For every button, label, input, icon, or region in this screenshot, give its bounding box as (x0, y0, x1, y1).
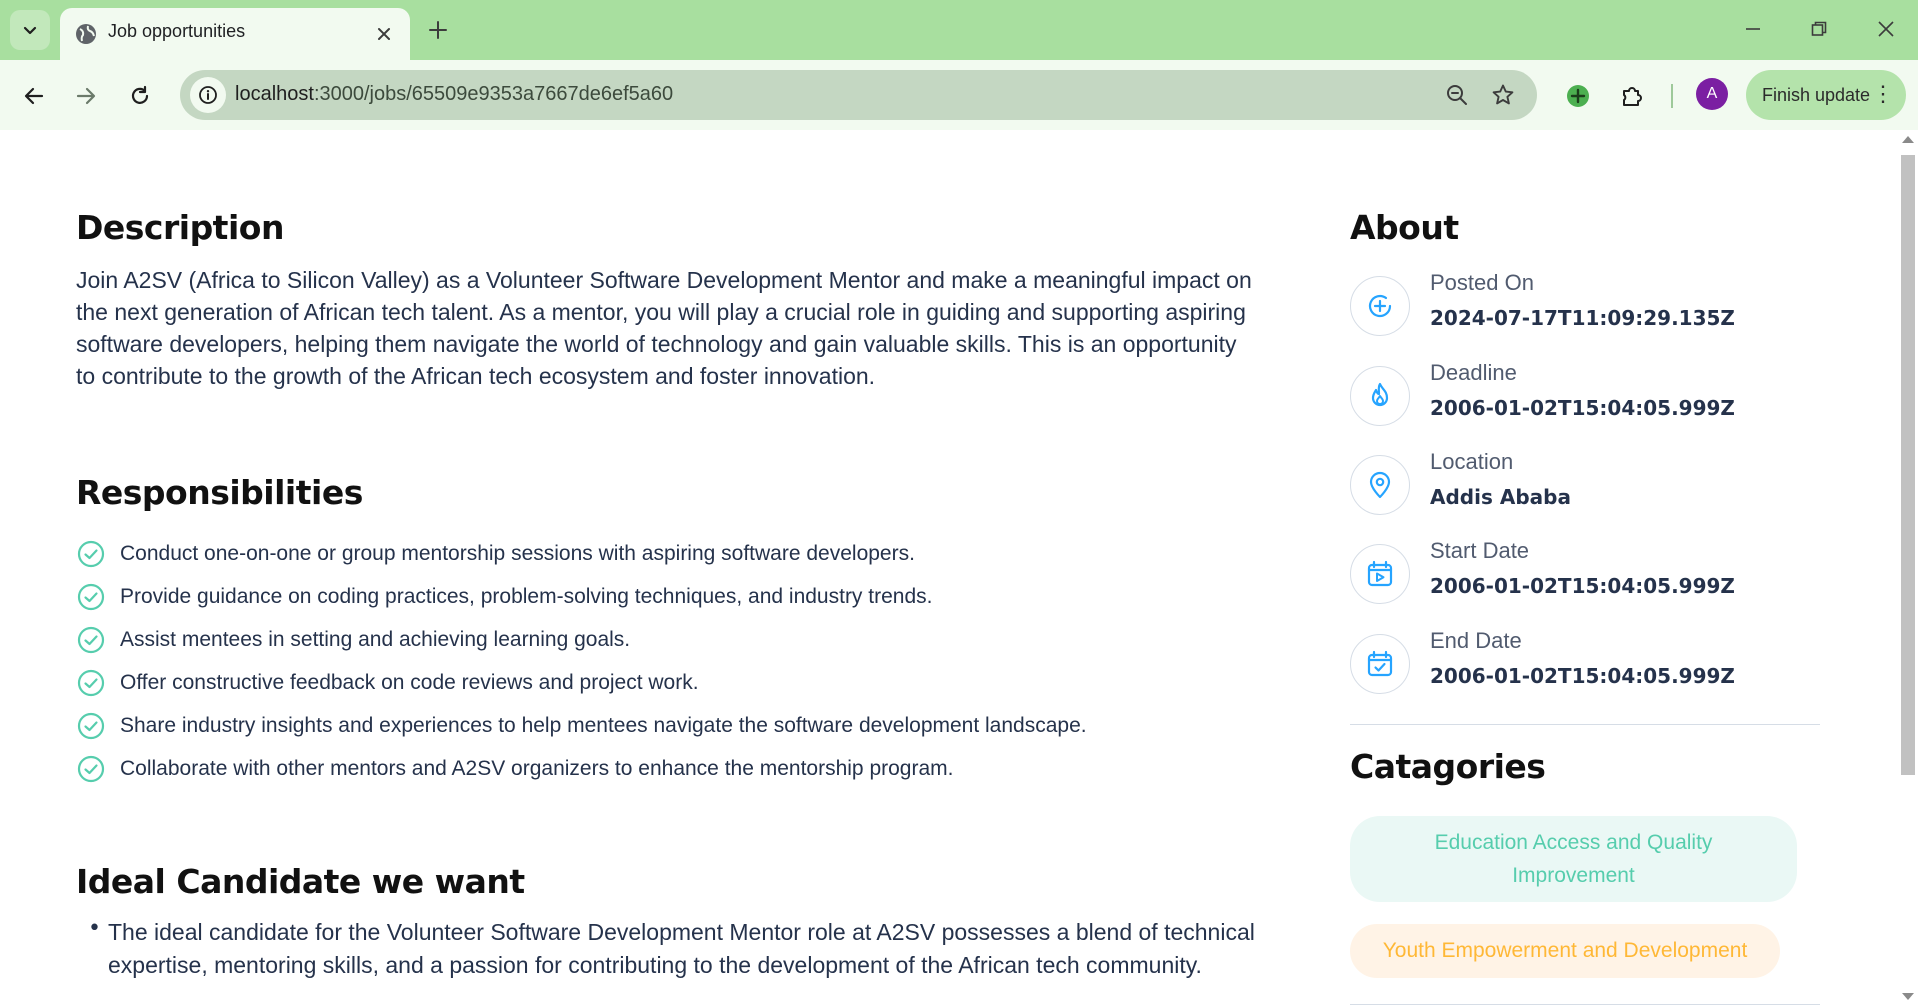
tab-search-button[interactable] (10, 10, 50, 50)
puzzle-icon (1623, 87, 1642, 106)
responsibility-text: Assist mentees in setting and achieving … (120, 627, 631, 651)
back-button[interactable] (14, 76, 54, 116)
tab-title: Job opportunities (108, 21, 246, 41)
reload-icon (131, 85, 149, 104)
location-pin-icon (1350, 455, 1410, 515)
url-path: :3000/jobs/65509e9353a7667de6ef5a60 (313, 83, 674, 105)
plus-circle-icon (1567, 85, 1589, 107)
check-circle-icon (77, 669, 105, 696)
extension-add-button[interactable] (1558, 76, 1598, 116)
minimize-button[interactable] (1733, 12, 1773, 46)
about-label: Posted On (1430, 270, 1534, 295)
about-value: 2006-01-02T15:04:05.999Z (1430, 396, 1735, 420)
check-circle-icon (77, 755, 105, 782)
plus-icon (429, 21, 447, 39)
ideal-candidate-heading: Ideal Candidate we want (76, 862, 525, 901)
category-chip-education: Education Access and Quality Improvement (1350, 816, 1797, 902)
tab-active[interactable]: Job opportunities (60, 8, 410, 60)
arrow-right-icon (76, 87, 96, 105)
close-icon (1878, 21, 1894, 37)
about-value: 2006-01-02T15:04:05.999Z (1430, 574, 1735, 598)
zoom-icon[interactable] (1442, 80, 1472, 110)
about-item-posted-on: Posted On 2024-07-17T11:09:29.135Z (1350, 270, 1770, 344)
section-divider (1350, 1004, 1820, 1005)
finish-update-label: Finish update (1762, 84, 1871, 105)
check-circle-icon (77, 583, 105, 610)
browser-chrome: Job opportunities localhost:3000/jobs/65… (0, 0, 1918, 130)
responsibility-text: Collaborate with other mentors and A2SV … (120, 756, 954, 780)
chevron-down-icon (23, 26, 37, 35)
about-item-start-date: Start Date 2006-01-02T15:04:05.999Z (1350, 538, 1770, 612)
toolbar-separator (1671, 84, 1673, 108)
plus-circle-icon (1350, 276, 1410, 336)
check-circle-icon (77, 540, 105, 567)
list-item: Collaborate with other mentors and A2SV … (76, 747, 1236, 790)
about-item-end-date: End Date 2006-01-02T15:04:05.999Z (1350, 628, 1770, 702)
tab-close-button[interactable] (370, 20, 398, 48)
fire-icon (1350, 366, 1410, 426)
responsibility-text: Conduct one-on-one or group mentorship s… (120, 541, 915, 565)
responsibility-text: Provide guidance on coding practices, pr… (120, 584, 933, 608)
bullet-icon: • (88, 916, 101, 941)
list-item: Conduct one-on-one or group mentorship s… (76, 532, 1236, 575)
minimize-icon (1746, 28, 1760, 30)
restore-button[interactable] (1799, 12, 1839, 46)
new-tab-button[interactable] (422, 14, 454, 46)
categories-heading: Catagories (1350, 747, 1546, 786)
list-item: Provide guidance on coding practices, pr… (76, 575, 1236, 618)
reload-button[interactable] (120, 76, 160, 116)
extensions-button[interactable] (1612, 76, 1652, 116)
browser-toolbar: localhost:3000/jobs/65509e9353a7667de6ef… (0, 60, 1918, 130)
responsibility-text: Offer constructive feedback on code revi… (120, 670, 699, 694)
globe-icon (76, 24, 96, 44)
about-label: End Date (1430, 628, 1522, 653)
category-chip-youth: Youth Empowerment and Development (1350, 924, 1780, 978)
bookmark-star-icon[interactable] (1488, 80, 1518, 110)
list-item: Offer constructive feedback on code revi… (76, 661, 1236, 704)
section-divider (1350, 724, 1820, 725)
about-label: Location (1430, 449, 1514, 474)
calendar-play-icon (1350, 544, 1410, 604)
close-window-button[interactable] (1866, 12, 1906, 46)
about-label: Deadline (1430, 360, 1517, 385)
url-host: localhost (235, 83, 314, 105)
ideal-candidate-list: • The ideal candidate for the Volunteer … (88, 916, 1258, 1008)
more-vertical-icon: ⋮ (1872, 81, 1894, 106)
address-bar[interactable]: localhost:3000/jobs/65509e9353a7667de6ef… (180, 70, 1537, 120)
about-value: 2006-01-02T15:04:05.999Z (1430, 664, 1735, 688)
about-item-deadline: Deadline 2006-01-02T15:04:05.999Z (1350, 360, 1770, 434)
list-item: Assist mentees in setting and achieving … (76, 618, 1236, 661)
about-value: 2024-07-17T11:09:29.135Z (1430, 306, 1735, 330)
responsibilities-heading: Responsibilities (76, 473, 363, 512)
site-info-icon[interactable] (190, 77, 226, 113)
scroll-down-arrow-icon[interactable] (1902, 993, 1914, 1000)
list-item: Share industry insights and experiences … (76, 704, 1236, 747)
check-circle-icon (77, 626, 105, 653)
ideal-candidate-text: The ideal candidate for the Volunteer So… (108, 919, 1255, 978)
arrow-left-icon (24, 87, 44, 105)
about-item-location: Location Addis Ababa (1350, 449, 1770, 523)
url-text[interactable]: localhost:3000/jobs/65509e9353a7667de6ef… (235, 83, 673, 106)
restore-icon (1811, 21, 1827, 36)
responsibility-text: Share industry insights and experiences … (120, 713, 1087, 737)
about-label: Start Date (1430, 538, 1530, 563)
calendar-check-icon (1350, 634, 1410, 694)
profile-avatar[interactable]: A (1696, 78, 1728, 110)
scrollbar-thumb[interactable] (1901, 155, 1915, 775)
forward-button[interactable] (66, 76, 106, 116)
about-value: Addis Ababa (1430, 485, 1571, 509)
close-icon (378, 28, 390, 40)
description-heading: Description (76, 208, 284, 247)
finish-update-button[interactable]: Finish update ⋮ (1746, 70, 1906, 120)
tab-strip: Job opportunities (0, 0, 1918, 60)
check-circle-icon (77, 712, 105, 739)
responsibilities-list: Conduct one-on-one or group mentorship s… (76, 532, 1236, 790)
about-heading: About (1350, 208, 1459, 247)
description-text: Join A2SV (Africa to Silicon Valley) as … (76, 267, 1252, 389)
scroll-up-arrow-icon[interactable] (1902, 136, 1914, 143)
